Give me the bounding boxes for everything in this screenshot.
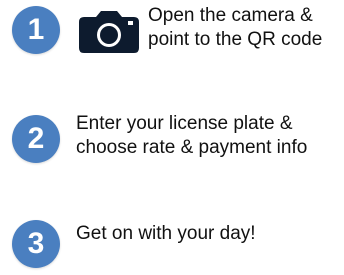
step-2-text: Enter your license plate & choose rate &… [76,112,307,160]
step-number: 2 [27,122,45,155]
step-1-text: Open the camera & point to the QR code [148,4,322,52]
step-text-line: choose rate & payment info [76,137,308,158]
step-number: 3 [27,227,45,260]
step-text-line: Open the camera & [148,5,313,26]
step-number-badge: 1 [12,6,60,54]
step-text-line: point to the QR code [148,29,323,50]
step-number-badge: 3 [12,220,60,268]
step-number-badge: 2 [12,115,60,163]
step-text-line: Get on with your day! [76,223,256,244]
camera-icon [79,11,139,53]
instructions-panel: 1 Open the camera & point to the QR code… [0,0,344,275]
step-number: 1 [27,13,45,46]
step-3-text: Get on with your day! [76,222,256,246]
step-text-line: Enter your license plate & [76,113,293,134]
